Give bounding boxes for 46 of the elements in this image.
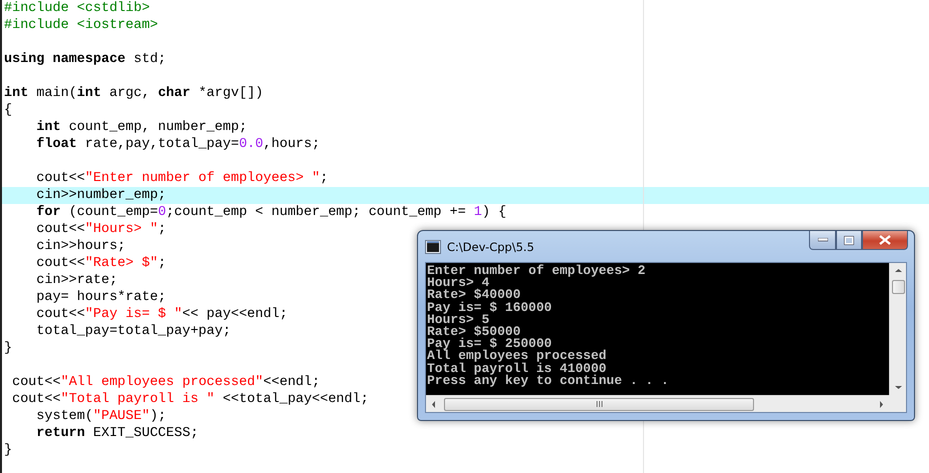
console-output-line: All employees processed [427,350,606,362]
code-line: } [3,442,12,459]
code-line: using namespace std; [3,51,166,68]
scroll-thumb[interactable] [444,398,754,410]
code-line: cin>>rate; [35,272,118,289]
console-output-line: Hours> 4 [427,277,490,290]
vertical-scrollbar[interactable] [889,263,906,395]
code-line: for (count_emp=0;count_emp < number_emp; count_emp += 1) { [35,204,506,221]
console-icon [425,240,441,254]
code-line: #include <iostream> [3,17,158,34]
console-output-line: Rate> $40000 [427,289,521,302]
code-line: { [3,102,12,119]
code-line: float rate,pay,total_pay=0.0,hours; [35,136,320,153]
console-output-line: Press any key to continue . . . [427,374,669,387]
code-line: cout<<"All employees processed"<<endl; [11,374,320,391]
code-line: system("PAUSE"); [35,408,166,425]
console-output-line: Pay is= $ 250000 [427,338,552,350]
code-line: total_pay=total_pay+pay; [35,323,231,340]
window-title: C:\Dev-Cpp\5.5 [447,240,534,254]
code-line: cin>>hours; [35,238,126,255]
code-line: int main(int argc, char *argv[]) [3,85,264,102]
maximize-icon [844,236,854,244]
console-output-line: Enter number of employees> 2 [427,265,646,278]
console-output-line: Total payroll is 410000 [427,362,606,375]
code-line: cout<<"Rate> $"; [35,255,166,272]
code-line: cout<<"Enter number of employees> "; [35,170,328,187]
console-output-line: Pay is= $ 160000 [427,302,552,314]
code-line: pay= hours*rate; [35,289,166,306]
code-line: } [3,340,12,357]
console-output-line: Hours> 5 [427,314,490,326]
horizontal-scrollbar[interactable] [426,395,889,412]
code-line: int count_emp, number_emp; [35,119,248,136]
code-line: cout<<"Pay is= $ "<< pay<<endl; [35,306,288,323]
minimize-button[interactable] [809,231,836,250]
code-line: cout<<"Hours> "; [35,221,166,238]
code-line: return EXIT_SUCCESS; [35,425,198,442]
console-window[interactable] [417,230,915,421]
code-line: #include <cstdlib> [3,0,150,17]
maximize-button[interactable] [836,231,862,250]
grip-icon [596,401,602,407]
close-icon [879,235,891,245]
console-output-line: Rate> $50000 [427,326,521,338]
close-button[interactable] [862,231,908,250]
code-line: cout<<"Total payroll is " <<total_pay<<endl; [11,391,369,408]
minimize-icon [818,238,828,242]
scroll-thumb[interactable] [892,280,904,294]
